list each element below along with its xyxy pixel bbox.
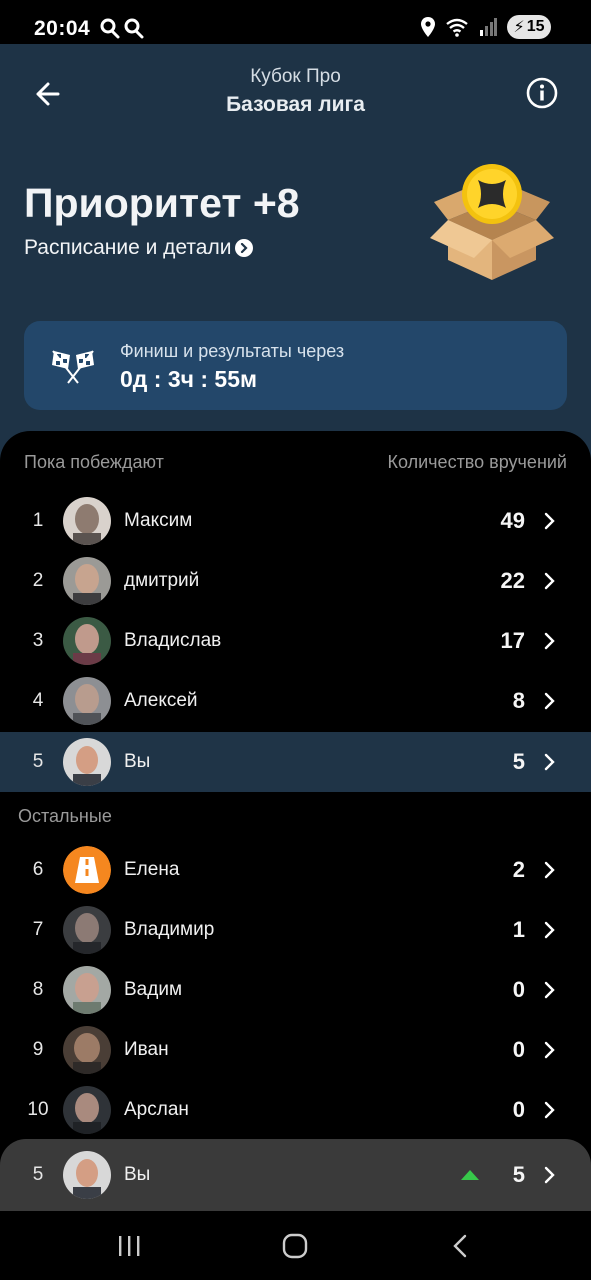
leaderboard-row[interactable]: 10 Арслан 0 [0,1080,591,1140]
row-name: Максим [124,510,193,531]
row-name: Алексей [124,690,198,711]
row-count: 0 [512,1097,525,1122]
finish-countdown: 0д : 3ч : 55м [120,366,258,392]
finish-label: Финиш и результаты через [120,341,345,361]
info-icon[interactable] [526,77,558,109]
row-count: 2 [512,857,525,882]
row-count: 0 [512,1037,525,1062]
leaderboard-row[interactable]: 8 Вадим 0 [0,960,591,1020]
avatar [63,738,111,786]
avatar [63,966,111,1014]
avatar [63,1026,111,1074]
leaderboard-row[interactable]: 9 Иван 0 [0,1020,591,1080]
chevron-right-icon [544,753,555,771]
row-name: Вы [124,1164,151,1185]
leaderboard-row[interactable]: 6 Елена 2 [0,840,591,900]
row-name: Арслан [124,1099,189,1120]
leaderboard-row[interactable]: 3 Владислав 17 [0,611,591,671]
league-title: Базовая лига [226,93,365,116]
leaderboard-row[interactable]: 2 дмитрий 22 [0,551,591,611]
chevron-right-icon [544,1041,555,1059]
row-count: 0 [512,977,525,1002]
recent-apps-icon[interactable] [114,1231,144,1261]
home-icon[interactable] [280,1231,310,1261]
winners-heading: Пока побеждают [24,452,164,472]
others-heading: Остальные [18,806,112,826]
row-name: Владимир [124,919,215,940]
row-count: 5 [512,1162,525,1187]
leaderboard-row-you[interactable]: 5 Вы 5 [0,732,591,792]
wifi-icon [446,18,468,37]
battery-indicator: ⚡ 15 [507,15,551,39]
status-notification-icons [100,17,144,39]
charging-icon: ⚡ [513,19,525,36]
row-name: дмитрий [124,570,200,591]
row-name: Елена [124,859,180,880]
chevron-right-icon [544,692,555,710]
priority-title: Приоритет +8 [24,180,300,226]
avatar [63,557,111,605]
checkered-flags-icon [52,350,94,384]
row-count: 5 [512,749,525,774]
avatar [63,1086,111,1134]
chevron-right-icon [544,1101,555,1119]
row-count: 8 [512,688,525,713]
chevron-right-icon [544,861,555,879]
system-nav-bar [0,1211,591,1280]
chevron-right-icon [544,921,555,939]
search-notification-icon [100,18,120,39]
avatar [63,677,111,725]
back-nav-icon[interactable] [446,1231,476,1261]
row-name: Вы [124,751,151,772]
location-icon [421,17,435,37]
row-count: 49 [500,508,525,533]
chevron-right-icon [544,981,555,999]
finish-countdown-card: Финиш и результаты через 0д : 3ч : 55м [24,321,567,410]
reward-box-icon [430,164,554,280]
count-heading: Количество вручений [387,452,567,472]
chevron-right-circle-icon [235,239,254,257]
row-name: Владислав [124,630,222,651]
leaderboard-row[interactable]: 7 Владимир 1 [0,900,591,960]
league-subtitle: Кубок Про [250,66,341,87]
chevron-right-icon [544,632,555,650]
row-name: Иван [124,1039,169,1060]
rank-up-icon [461,1170,479,1180]
search-notification-icon [124,18,144,39]
avatar [63,906,111,954]
status-time: 20:04 [34,17,91,40]
chevron-right-icon [544,572,555,590]
leaderboard-row[interactable]: 4 Алексей 8 [0,671,591,731]
road-avatar-icon [63,846,111,894]
signal-icon [480,18,497,36]
battery-level: 15 [526,18,545,35]
row-count: 17 [500,628,525,653]
my-position-bar[interactable]: 5 Вы 5 [0,1139,591,1211]
avatar [63,617,111,665]
status-bar: 20:04 ⚡ 15 [0,0,591,44]
row-count: 1 [512,917,525,942]
avatar [63,497,111,545]
chevron-right-icon [544,1166,555,1184]
row-count: 22 [500,568,525,593]
leaderboard-row[interactable]: 1 Максим 49 [0,491,591,551]
avatar [63,1151,111,1199]
schedule-details-link[interactable]: Расписание и детали [24,236,254,260]
schedule-details-label: Расписание и детали [24,236,232,259]
chevron-right-icon [544,512,555,530]
row-name: Вадим [124,979,183,1000]
